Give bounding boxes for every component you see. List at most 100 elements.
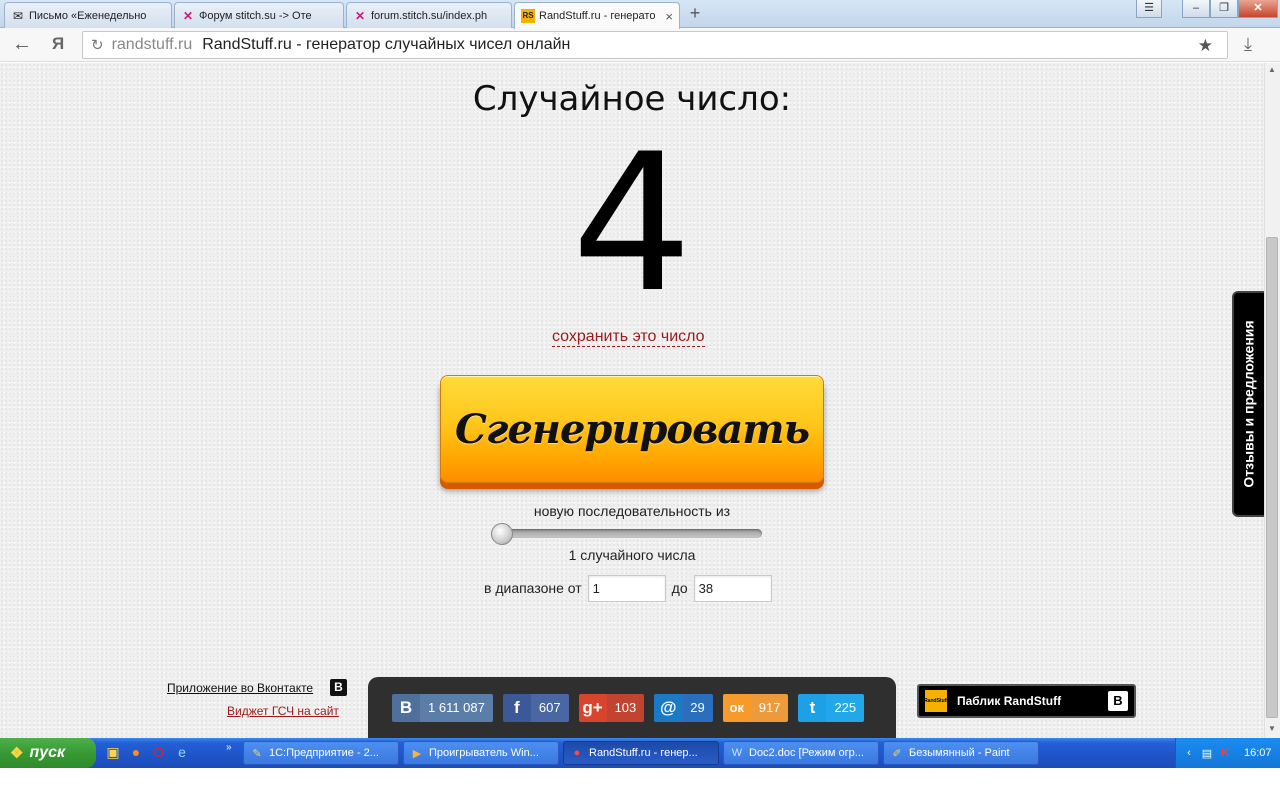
- task-media-player[interactable]: ▶ Проигрыватель Win...: [403, 741, 559, 765]
- scroll-down-icon[interactable]: ▼: [1264, 722, 1280, 736]
- browser-menu-icon[interactable]: ☰: [1136, 0, 1162, 18]
- sequence-label: новую последовательность из: [533, 503, 731, 519]
- back-arrow-icon[interactable]: ←: [12, 34, 32, 54]
- randstuff-logo-icon: RandStuff: [924, 690, 948, 712]
- explorer-icon[interactable]: ▣: [104, 742, 122, 762]
- task-word[interactable]: W Doc2.doc [Режим огр...: [723, 741, 879, 765]
- task-1c[interactable]: ✎ 1С:Предприятие - 2...: [243, 741, 399, 765]
- share-count: 29: [682, 693, 713, 722]
- close-window-icon[interactable]: ✕: [1238, 0, 1278, 18]
- share-count: 917: [750, 693, 789, 722]
- close-icon[interactable]: ×: [665, 9, 673, 24]
- desktop-strip: [0, 768, 1280, 802]
- tab-title: RandStuff.ru - генерато: [539, 10, 656, 22]
- start-button[interactable]: ❖ пуск: [0, 738, 96, 768]
- feedback-tab[interactable]: Отзывы и предложения: [1232, 291, 1264, 517]
- randstuff-logo-text: RandStuff: [924, 698, 948, 704]
- tab-stitch-forum[interactable]: ✕ Форум stitch.su -> Оте: [174, 2, 344, 28]
- task-label: Проигрыватель Win...: [429, 747, 539, 759]
- quick-launch: ▣ ● O e: [104, 742, 196, 762]
- url-domain: randstuff.ru: [111, 36, 193, 53]
- widget-link[interactable]: Виджет ГСЧ на сайт: [227, 704, 339, 718]
- range-from-input[interactable]: [587, 574, 666, 602]
- address-bar[interactable]: ↻ randstuff.ru RandStuff.ru - генератор …: [82, 31, 1228, 59]
- tab-title: Письмо «Еженедельно: [29, 9, 147, 22]
- generate-button[interactable]: Сгенерировать: [440, 375, 824, 483]
- share-count: 607: [530, 693, 569, 722]
- network-icon[interactable]: ▤: [1200, 746, 1214, 760]
- range-to-input[interactable]: [693, 574, 772, 602]
- new-tab-button[interactable]: +: [684, 4, 706, 24]
- scrollbar-thumb[interactable]: [1266, 237, 1278, 718]
- scroll-up-icon[interactable]: ▲: [1264, 63, 1280, 77]
- task-label: Безымянный - Paint: [909, 747, 1010, 759]
- count-slider-handle[interactable]: [491, 523, 513, 545]
- range-to-label: до: [671, 580, 688, 596]
- public-label: Паблик RandStuff: [957, 694, 1062, 708]
- stitch-icon: ✕: [182, 8, 194, 23]
- twitter-icon: t: [798, 693, 827, 722]
- stitch-icon: ✕: [354, 8, 366, 23]
- share-button-twitter[interactable]: t 225: [798, 693, 865, 722]
- start-button-label: пуск: [29, 744, 66, 761]
- task-randstuff[interactable]: ● RandStuff.ru - генер...: [563, 741, 719, 765]
- generate-button-label: Сгенерировать: [455, 405, 810, 453]
- random-number-display: 4: [571, 113, 693, 334]
- vk-app-link[interactable]: Приложение во Вконтакте: [167, 681, 313, 695]
- vk-icon: В: [392, 693, 420, 722]
- clock: 16:07: [1244, 747, 1272, 759]
- vk-icon: В: [1108, 691, 1128, 711]
- share-button-googleplus[interactable]: g+ 103: [578, 693, 645, 722]
- page-viewport: Случайное число: 4 сохранить это число С…: [0, 63, 1264, 738]
- antivirus-icon[interactable]: K: [1218, 746, 1232, 760]
- randstuff-icon: RS: [521, 9, 535, 23]
- windows-taskbar: ❖ пуск ▣ ● O e » ✎ 1С:Предприятие - 2...…: [0, 738, 1280, 768]
- firefox-icon[interactable]: ●: [127, 742, 145, 762]
- feedback-tab-label: Отзывы и предложения: [1241, 320, 1257, 488]
- share-bar: В 1 611 087 f 607 g+ 103 @ 29 ок 917 t 2…: [368, 677, 896, 738]
- windows-logo-icon: ❖: [10, 745, 24, 762]
- tab-stitch-index[interactable]: ✕ forum.stitch.su/index.ph: [346, 2, 512, 28]
- count-label: 1 случайного числа: [568, 547, 696, 563]
- bookmark-star-icon[interactable]: ★: [1198, 36, 1213, 56]
- google-plus-icon: g+: [578, 693, 607, 722]
- task-label: 1С:Предприятие - 2...: [269, 747, 379, 759]
- share-button-facebook[interactable]: f 607: [502, 693, 569, 722]
- save-number-link[interactable]: сохранить это число: [552, 328, 705, 347]
- public-randstuff-bar[interactable]: RandStuff Паблик RandStuff В: [917, 684, 1136, 718]
- yandex-button[interactable]: Я: [52, 34, 64, 54]
- minimize-icon[interactable]: –: [1182, 0, 1210, 18]
- share-count: 225: [826, 693, 865, 722]
- task-label: RandStuff.ru - генер...: [589, 747, 698, 759]
- mailru-icon: @: [654, 693, 683, 722]
- url-page-title: RandStuff.ru - генератор случайных чисел…: [202, 36, 571, 53]
- tab-title: forum.stitch.su/index.ph: [371, 9, 488, 22]
- reload-icon[interactable]: ↻: [91, 36, 104, 54]
- opera-icon[interactable]: O: [150, 742, 168, 762]
- count-slider-track[interactable]: [500, 529, 762, 538]
- range-from-label: в диапазоне от: [484, 580, 582, 596]
- range-row: в диапазоне от до: [484, 574, 772, 602]
- tab-randstuff[interactable]: RS RandStuff.ru - генерато ×: [514, 2, 680, 29]
- media-player-icon: ▶: [412, 747, 422, 760]
- chevron-right-icon[interactable]: »: [226, 742, 232, 753]
- vk-icon[interactable]: В: [330, 679, 347, 696]
- ie-icon[interactable]: e: [173, 742, 191, 762]
- share-button-odnoklassniki[interactable]: ок 917: [722, 693, 789, 722]
- tab-mail[interactable]: ✉ Письмо «Еженедельно: [4, 2, 172, 28]
- system-tray: ‹ ▤ K 16:07: [1175, 738, 1280, 768]
- share-count: 103: [606, 693, 645, 722]
- share-button-mailru[interactable]: @ 29: [654, 693, 713, 722]
- share-button-vkontakte[interactable]: В 1 611 087: [392, 693, 493, 722]
- restore-icon[interactable]: ❐: [1210, 0, 1238, 18]
- facebook-icon: f: [502, 693, 531, 722]
- share-count: 1 611 087: [420, 693, 493, 722]
- yandex-browser-icon: ●: [573, 747, 581, 759]
- 1c-icon: ✎: [252, 747, 262, 760]
- browser-toolbar: ← Я ↻ randstuff.ru RandStuff.ru - генера…: [0, 28, 1280, 62]
- chevron-left-icon[interactable]: ‹: [1182, 746, 1196, 760]
- task-label: Doc2.doc [Режим огр...: [749, 747, 864, 759]
- odnoklassniki-icon: ок: [722, 693, 751, 722]
- download-icon[interactable]: ⤓: [1244, 34, 1252, 55]
- task-paint[interactable]: ✐ Безымянный - Paint: [883, 741, 1039, 765]
